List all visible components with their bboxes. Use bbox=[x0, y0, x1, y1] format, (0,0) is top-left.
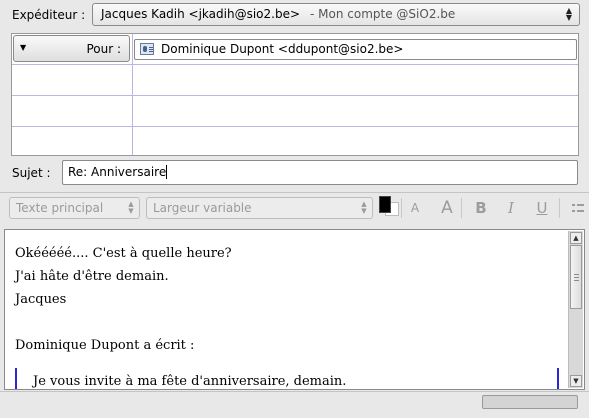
paragraph-style-value: Texte principal bbox=[16, 201, 104, 215]
vertical-scrollbar[interactable]: ▲ ▼ bbox=[568, 231, 583, 388]
updown-arrow-icon: ▲ ▼ bbox=[361, 200, 367, 215]
subject-label: Sujet : bbox=[12, 166, 51, 180]
font-width-select[interactable]: Largeur variable ▲ ▼ bbox=[146, 197, 373, 219]
from-label: Expéditeur : bbox=[12, 8, 86, 22]
scroll-up-icon[interactable]: ▲ bbox=[570, 232, 582, 244]
text-color-button[interactable] bbox=[379, 196, 391, 213]
recipient-row-empty[interactable] bbox=[12, 126, 578, 155]
underline-icon[interactable]: U bbox=[531, 197, 553, 219]
to-address-text: Dominique Dupont <ddupont@sio2.be> bbox=[161, 42, 404, 56]
recipient-type-label: Pour : bbox=[86, 42, 121, 56]
font-larger-icon[interactable]: A bbox=[436, 197, 458, 219]
dropdown-triangle-icon: ▼ bbox=[20, 43, 27, 52]
divider bbox=[0, 192, 589, 193]
paragraph-style-select[interactable]: Texte principal ▲ ▼ bbox=[9, 197, 140, 219]
text-caret bbox=[166, 165, 168, 179]
contact-card-icon bbox=[140, 43, 154, 55]
italic-icon[interactable]: I bbox=[500, 197, 522, 219]
subject-text: Re: Anniversaire bbox=[68, 165, 167, 179]
message-body-editor[interactable]: Okééééé.... C'est à quelle heure? J'ai h… bbox=[4, 229, 585, 390]
toolbar-separator bbox=[559, 198, 560, 218]
updown-arrow-icon: ▲ ▼ bbox=[565, 6, 573, 22]
quote-attribution: Dominique Dupont a écrit : bbox=[15, 338, 195, 353]
scroll-thumb[interactable] bbox=[570, 245, 582, 309]
body-line: J'ai hâte d'être demain. bbox=[15, 269, 169, 284]
updown-arrow-icon: ▲ ▼ bbox=[128, 200, 134, 215]
quoted-message: Je vous invite à ma fête d'anniversaire,… bbox=[15, 368, 559, 389]
to-address-input[interactable]: Dominique Dupont <ddupont@sio2.be> bbox=[134, 39, 577, 60]
from-account: - Mon compte @SiO2.be bbox=[310, 7, 456, 21]
bulleted-list-icon[interactable] bbox=[566, 197, 589, 219]
from-name: Jacques Kadih <jkadih@sio2.be> bbox=[101, 7, 301, 21]
body-line: Jacques bbox=[15, 292, 67, 307]
recipient-row-empty[interactable] bbox=[12, 95, 578, 124]
message-body-text: Okééééé.... C'est à quelle heure? J'ai h… bbox=[15, 242, 232, 357]
from-account-select[interactable]: Jacques Kadih <jkadih@sio2.be> - Mon comp… bbox=[92, 3, 580, 26]
subject-input[interactable]: Re: Anniversaire bbox=[62, 160, 578, 185]
body-line: Okééééé.... C'est à quelle heure? bbox=[15, 246, 232, 261]
status-progress bbox=[482, 395, 578, 409]
bold-icon[interactable]: B bbox=[470, 197, 492, 219]
toolbar-separator bbox=[461, 198, 462, 218]
recipient-row-empty[interactable] bbox=[12, 65, 578, 94]
body-line bbox=[15, 311, 232, 334]
status-divider bbox=[0, 391, 589, 392]
scroll-down-icon[interactable]: ▼ bbox=[570, 375, 582, 387]
font-width-value: Largeur variable bbox=[153, 201, 252, 215]
font-smaller-icon[interactable]: A bbox=[404, 197, 426, 219]
recipient-type-button[interactable]: ▼ Pour : bbox=[13, 35, 130, 62]
quoted-text: Je vous invite à ma fête d'anniversaire,… bbox=[33, 374, 347, 389]
toolbar-separator bbox=[401, 198, 402, 218]
